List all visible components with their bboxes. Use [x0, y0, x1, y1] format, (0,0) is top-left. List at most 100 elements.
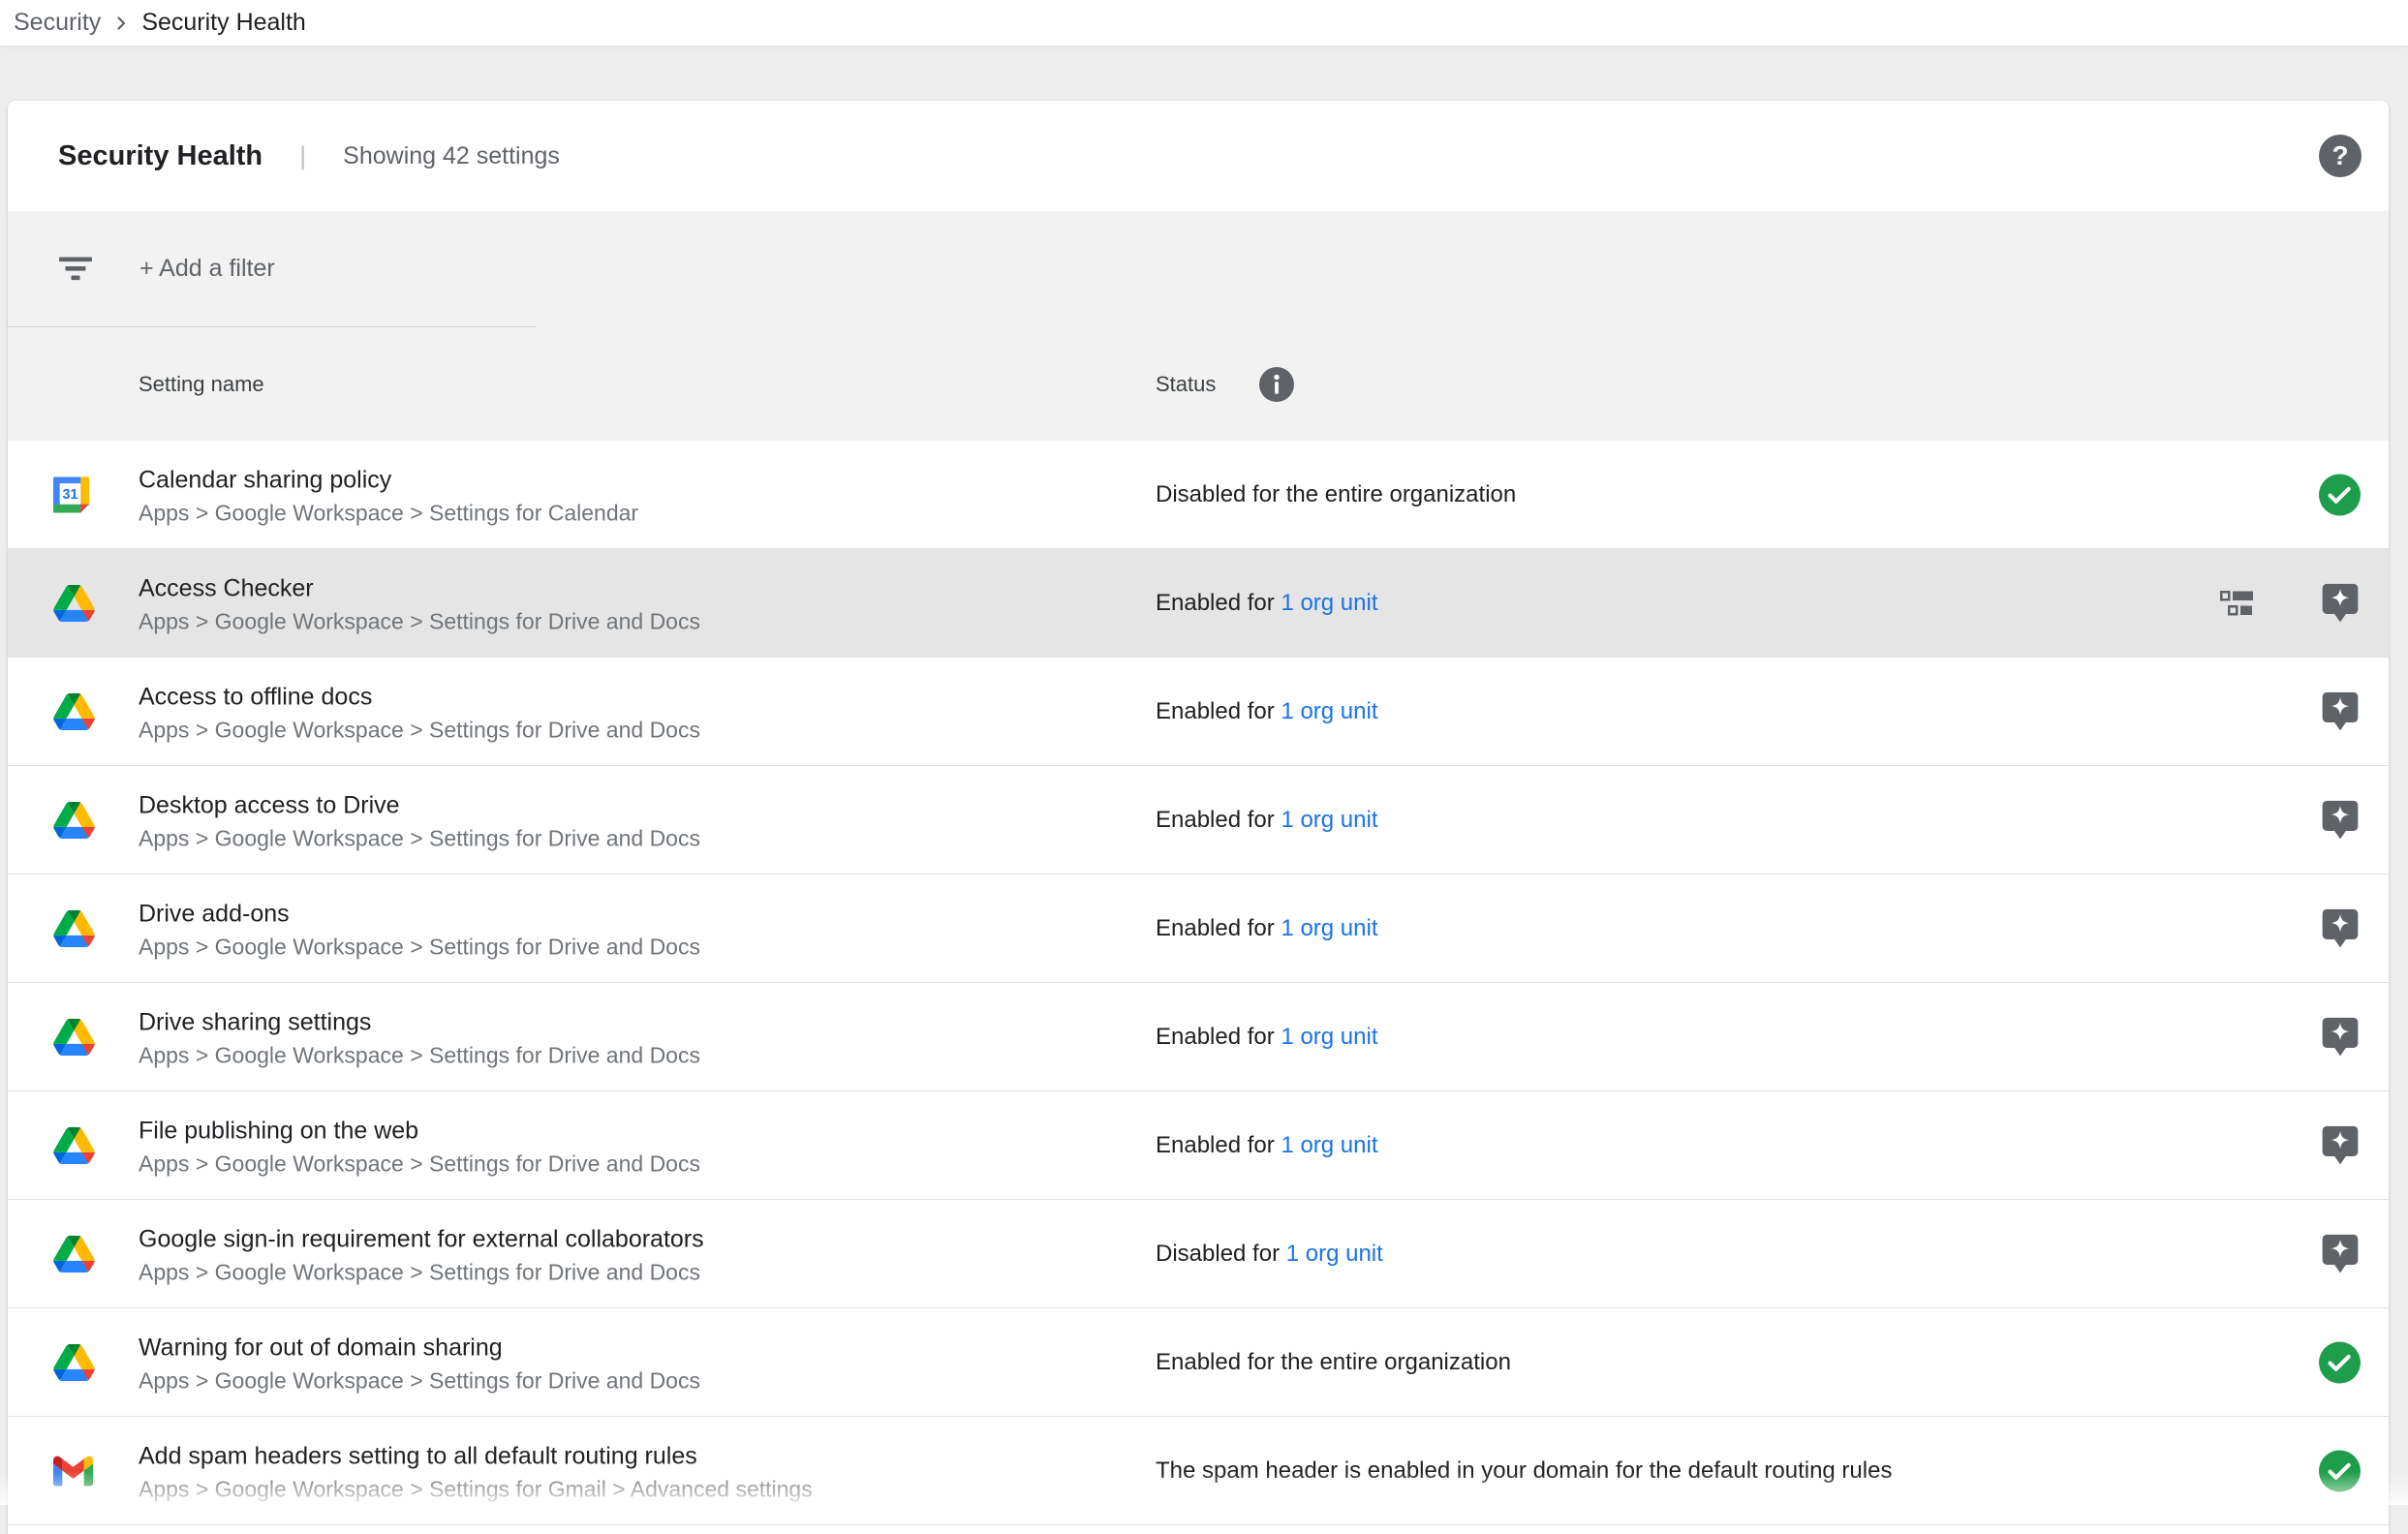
help-button[interactable]: ? — [2319, 135, 2362, 177]
setting-status: Disabled for the entire organization — [1156, 481, 1516, 508]
setting-path: Apps > Google Workspace > Settings for D… — [139, 604, 700, 638]
page: { "breadcrumb": { "parent": "Security", … — [0, 0, 2408, 1505]
setting-name: Add spam headers setting to all default … — [139, 1439, 813, 1472]
settings-count: Showing 42 settings — [343, 142, 560, 170]
drive-icon — [53, 910, 95, 947]
setting-status: The spam header is enabled in your domai… — [1156, 1457, 1892, 1485]
setting-status: Enabled for 1 org unit — [1156, 590, 1378, 617]
setting-path: Apps > Google Workspace > Settings for D… — [139, 1364, 700, 1397]
status-text: Enabled for — [1156, 1132, 1275, 1158]
setting-path: Apps > Google Workspace > Settings for D… — [139, 1147, 700, 1181]
breadcrumb-item-security[interactable]: Security — [14, 9, 101, 37]
status-info-icon[interactable] — [1259, 367, 1294, 402]
setting-name: Desktop access to Drive — [139, 788, 700, 821]
gmail-icon — [53, 1456, 93, 1486]
status-link[interactable]: 1 org unit — [1281, 807, 1377, 833]
status-text: Enabled for — [1156, 1024, 1275, 1050]
setting-path: Apps > Google Workspace > Settings for G… — [139, 1472, 813, 1506]
setting-status: Enabled for 1 org unit — [1156, 1132, 1378, 1159]
setting-name: Calendar sharing policy — [139, 463, 638, 496]
setting-name: Google sign-in requirement for external … — [139, 1222, 704, 1255]
status-text: Disabled for — [1156, 1241, 1280, 1267]
add-filter-button[interactable]: + Add a filter — [139, 255, 275, 283]
drive-icon — [53, 585, 95, 622]
table-header-row: Setting name Status — [8, 327, 2389, 441]
recommendation-flag-icon[interactable] — [2319, 797, 2362, 844]
setting-path: Apps > Google Workspace > Settings for D… — [139, 1038, 700, 1072]
recommendation-flag-icon[interactable] — [2319, 1122, 2362, 1169]
setting-row[interactable]: File publishing on the web Apps > Google… — [8, 1091, 2389, 1200]
setting-name: Warning for out of domain sharing — [139, 1331, 700, 1364]
recommendation-flag-icon[interactable] — [2319, 1231, 2362, 1277]
setting-row[interactable]: Add spam headers setting to all default … — [8, 1417, 2389, 1525]
setting-path: Apps > Google Workspace > Settings for D… — [139, 713, 700, 747]
setting-name: File publishing on the web — [139, 1114, 700, 1147]
setting-text: Warning for out of domain sharing Apps >… — [139, 1331, 700, 1397]
recommendation-flag-icon[interactable] — [2319, 689, 2362, 735]
drive-icon — [53, 802, 95, 839]
page-title: Security Health — [58, 140, 262, 172]
setting-path: Apps > Google Workspace > Settings for D… — [139, 821, 700, 855]
setting-status: Enabled for 1 org unit — [1156, 1024, 1378, 1051]
setting-name: Drive add-ons — [139, 897, 700, 930]
status-link[interactable]: 1 org unit — [1286, 1241, 1383, 1267]
setting-status: Enabled for 1 org unit — [1156, 915, 1378, 942]
setting-name: Access to offline docs — [139, 680, 700, 713]
setting-text: Google sign-in requirement for external … — [139, 1222, 704, 1289]
setting-status: Disabled for 1 org unit — [1156, 1241, 1383, 1268]
recommendation-flag-icon[interactable] — [2319, 580, 2362, 627]
filter-icon — [58, 256, 93, 282]
status-text: Enabled for — [1156, 698, 1275, 724]
setting-path: Apps > Google Workspace > Settings for C… — [139, 496, 638, 530]
drive-icon — [53, 1127, 95, 1164]
setting-path: Apps > Google Workspace > Settings for D… — [139, 1255, 704, 1289]
ok-check-icon — [2319, 1450, 2361, 1491]
card-header: Security Health | Showing 42 settings ? — [8, 101, 2389, 211]
breadcrumb-current: Security Health — [141, 9, 306, 37]
title-separator: | — [299, 141, 306, 171]
top-bar: Security Security Health — [0, 0, 2408, 46]
ok-check-icon — [2319, 1341, 2361, 1383]
status-link[interactable]: 1 org unit — [1281, 1024, 1377, 1050]
setting-row[interactable]: Desktop access to Drive Apps > Google Wo… — [8, 766, 2389, 874]
recommendation-flag-icon[interactable] — [2319, 905, 2362, 952]
setting-text: Access to offline docs Apps > Google Wor… — [139, 680, 700, 747]
setting-status: Enabled for 1 org unit — [1156, 698, 1378, 725]
setting-row[interactable]: Drive sharing settings Apps > Google Wor… — [8, 983, 2389, 1091]
drive-icon — [53, 1236, 95, 1273]
filter-bar: + Add a filter — [8, 211, 2389, 326]
status-link[interactable]: 1 org unit — [1281, 1132, 1377, 1158]
recommendation-flag-icon[interactable] — [2319, 1014, 2362, 1060]
status-link[interactable]: 1 org unit — [1281, 590, 1377, 616]
setting-row[interactable]: Drive add-ons Apps > Google Workspace > … — [8, 874, 2389, 983]
breadcrumb-chevron-icon — [109, 12, 133, 35]
setting-text: File publishing on the web Apps > Google… — [139, 1114, 700, 1181]
setting-name: Drive sharing settings — [139, 1005, 700, 1038]
status-link[interactable]: 1 org unit — [1281, 915, 1377, 941]
setting-row[interactable]: Access Checker Apps > Google Workspace >… — [8, 549, 2389, 658]
setting-row[interactable]: 31 Calendar sharing policy Apps > Google… — [8, 441, 2389, 549]
help-icon: ? — [2331, 140, 2348, 171]
ok-check-icon — [2319, 474, 2361, 515]
setting-text: Access Checker Apps > Google Workspace >… — [139, 571, 700, 638]
status-text: Enabled for — [1156, 807, 1275, 833]
org-unit-rules-icon — [2220, 591, 2253, 616]
svg-text:31: 31 — [62, 487, 77, 503]
setting-text: Calendar sharing policy Apps > Google Wo… — [139, 463, 638, 530]
setting-text: Desktop access to Drive Apps > Google Wo… — [139, 788, 700, 855]
status-link[interactable]: 1 org unit — [1281, 698, 1377, 724]
setting-row[interactable]: Warning for out of domain sharing Apps >… — [8, 1308, 2389, 1417]
settings-table-body: 31 Calendar sharing policy Apps > Google… — [8, 441, 2389, 1525]
breadcrumb: Security Security Health — [14, 9, 306, 37]
setting-text: Drive sharing settings Apps > Google Wor… — [139, 1005, 700, 1072]
setting-row[interactable]: Access to offline docs Apps > Google Wor… — [8, 658, 2389, 766]
setting-row[interactable]: Google sign-in requirement for external … — [8, 1200, 2389, 1308]
drive-icon — [53, 693, 95, 730]
status-text: Disabled for the entire organization — [1156, 481, 1516, 507]
setting-text: Add spam headers setting to all default … — [139, 1439, 813, 1506]
setting-status: Enabled for 1 org unit — [1156, 807, 1378, 834]
column-header-status: Status — [1156, 372, 1216, 397]
setting-status: Enabled for the entire organization — [1156, 1349, 1511, 1376]
drive-icon — [53, 1019, 95, 1056]
status-text: Enabled for — [1156, 915, 1275, 941]
